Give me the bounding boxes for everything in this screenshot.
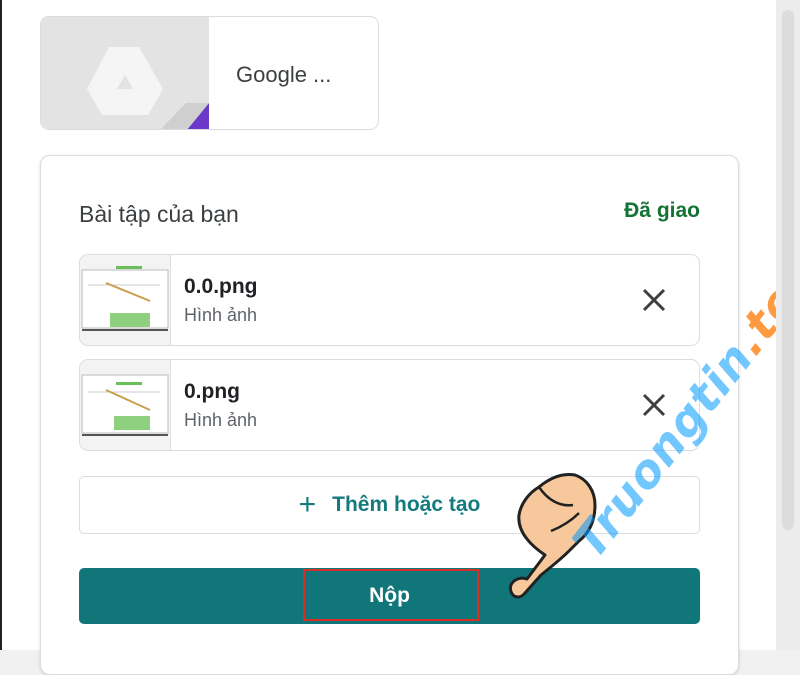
file-type: Hình ảnh — [184, 305, 258, 325]
remove-file-button[interactable] — [639, 285, 669, 315]
scrollbar[interactable] — [776, 0, 800, 650]
file-name: 0.0.png — [184, 275, 258, 298]
attachment-thumbnail — [41, 17, 209, 129]
submit-button[interactable]: Nộp — [79, 568, 700, 624]
submit-label: Nộp — [369, 584, 410, 607]
attachment-card[interactable]: Google ... — [40, 16, 379, 130]
plus-icon: + — [298, 488, 317, 521]
file-item[interactable]: 0.png Hình ảnh — [79, 359, 700, 451]
file-thumbnail — [80, 360, 171, 450]
file-type: Hình ảnh — [184, 410, 258, 430]
classroom-page: Google ... Bài tập của bạn Đã giao 0.0.p… — [0, 0, 800, 675]
file-thumbnail — [80, 255, 171, 345]
google-drive-icon — [87, 47, 209, 129]
file-item[interactable]: 0.0.png Hình ảnh — [79, 254, 700, 346]
scrollbar-thumb[interactable] — [782, 10, 794, 530]
add-or-create-label: Thêm hoặc tạo — [332, 493, 481, 516]
your-work-card: Bài tập của bạn Đã giao 0.0.png Hình ảnh — [40, 155, 739, 675]
file-name: 0.png — [184, 380, 240, 403]
close-icon — [642, 288, 666, 312]
attachment-title: Google ... — [236, 62, 332, 87]
status-badge: Đã giao — [624, 199, 700, 222]
your-work-title: Bài tập của bạn — [79, 201, 239, 227]
